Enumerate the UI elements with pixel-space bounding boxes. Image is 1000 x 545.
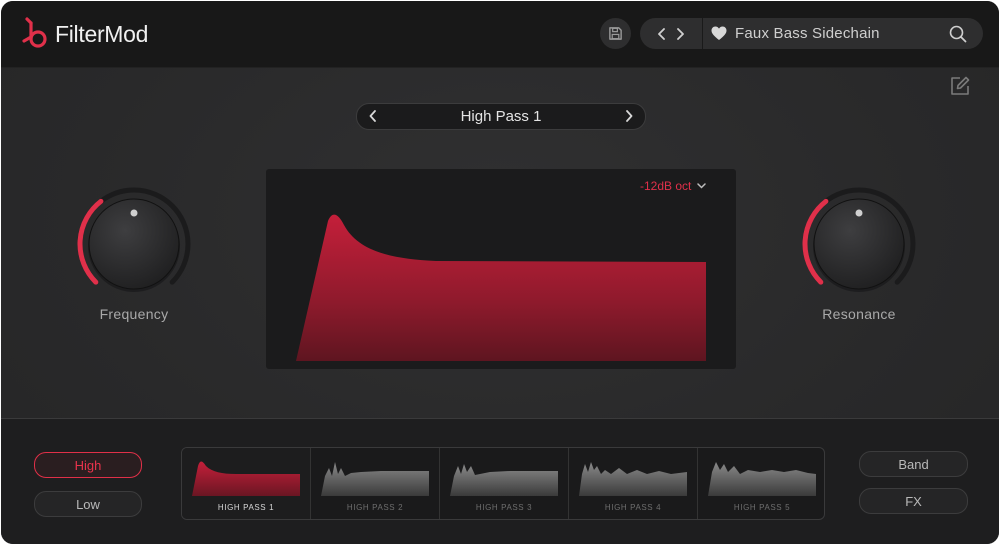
high-pass-4-thumbnail (579, 462, 687, 496)
prev-preset-button[interactable] (657, 27, 666, 40)
filter-type-label: HIGH PASS 4 (604, 503, 662, 512)
frequency-label: Frequency (99, 306, 169, 322)
edit-icon (951, 76, 970, 95)
favorite-button[interactable] (711, 26, 727, 46)
high-pass-2-thumbnail (321, 462, 429, 496)
next-preset-button[interactable] (676, 27, 685, 40)
header-bar: FilterMod Faux Bass Sidechain (1, 1, 999, 68)
filtermod-logo-icon (22, 17, 47, 48)
edit-button[interactable] (949, 75, 971, 102)
search-button[interactable] (949, 25, 967, 48)
save-button[interactable] (600, 18, 631, 49)
filter-type-high-pass-2[interactable]: HIGH PASS 2 (311, 448, 440, 519)
filter-type-panel: High Low HIGH PASS 1 HIGH PASS 2 HIGH PA… (1, 418, 999, 544)
frequency-knob[interactable] (74, 184, 194, 304)
preset-browser: Faux Bass Sidechain (640, 18, 983, 49)
heart-icon (711, 26, 727, 40)
filter-type-high-pass-5[interactable]: HIGH PASS 5 (698, 448, 824, 519)
preset-nav (640, 18, 703, 49)
app-title: FilterMod (55, 21, 149, 47)
filter-curve (296, 214, 706, 361)
preset-name[interactable]: Faux Bass Sidechain (735, 25, 880, 42)
high-mode-button[interactable]: High (34, 452, 142, 478)
filter-type-label: HIGH PASS 3 (475, 503, 533, 512)
resonance-label: Resonance (822, 306, 896, 322)
search-icon (949, 25, 967, 43)
high-pass-5-thumbnail (708, 462, 816, 496)
high-pass-3-thumbnail (450, 464, 558, 496)
low-mode-button[interactable]: Low (34, 491, 142, 517)
filtermod-window: FilterMod Faux Bass Sidechain High Pass … (1, 1, 999, 544)
save-icon (609, 27, 622, 40)
filter-type-high-pass-3[interactable]: HIGH PASS 3 (440, 448, 569, 519)
slope-dropdown[interactable]: -12dB oct (640, 179, 707, 193)
filter-type-label: HIGH PASS 2 (346, 503, 404, 512)
knob-indicator (130, 209, 138, 217)
filter-response-display: -12dB oct (266, 169, 736, 369)
high-pass-1-thumbnail (192, 461, 300, 496)
chevron-left-icon (658, 27, 665, 40)
resonance-knob[interactable] (799, 184, 919, 304)
filter-selector: High Pass 1 (356, 103, 646, 130)
chevron-right-icon (626, 110, 633, 122)
chevron-right-icon (677, 27, 684, 40)
fx-button[interactable]: FX (859, 488, 968, 514)
filter-type-high-pass-1[interactable]: HIGH PASS 1 (182, 448, 311, 519)
band-button[interactable]: Band (859, 451, 968, 477)
filter-type-high-pass-4[interactable]: HIGH PASS 4 (569, 448, 698, 519)
knob-indicator (855, 209, 863, 217)
filter-type-label: HIGH PASS 1 (217, 503, 275, 512)
chevron-down-icon (697, 183, 707, 189)
filter-name: High Pass 1 (460, 108, 542, 125)
slope-value: -12dB oct (640, 179, 692, 193)
next-filter-button[interactable] (625, 110, 633, 122)
filter-type-grid: HIGH PASS 1 HIGH PASS 2 HIGH PASS 3 HIGH… (181, 447, 825, 520)
filter-type-label: HIGH PASS 5 (733, 503, 791, 512)
